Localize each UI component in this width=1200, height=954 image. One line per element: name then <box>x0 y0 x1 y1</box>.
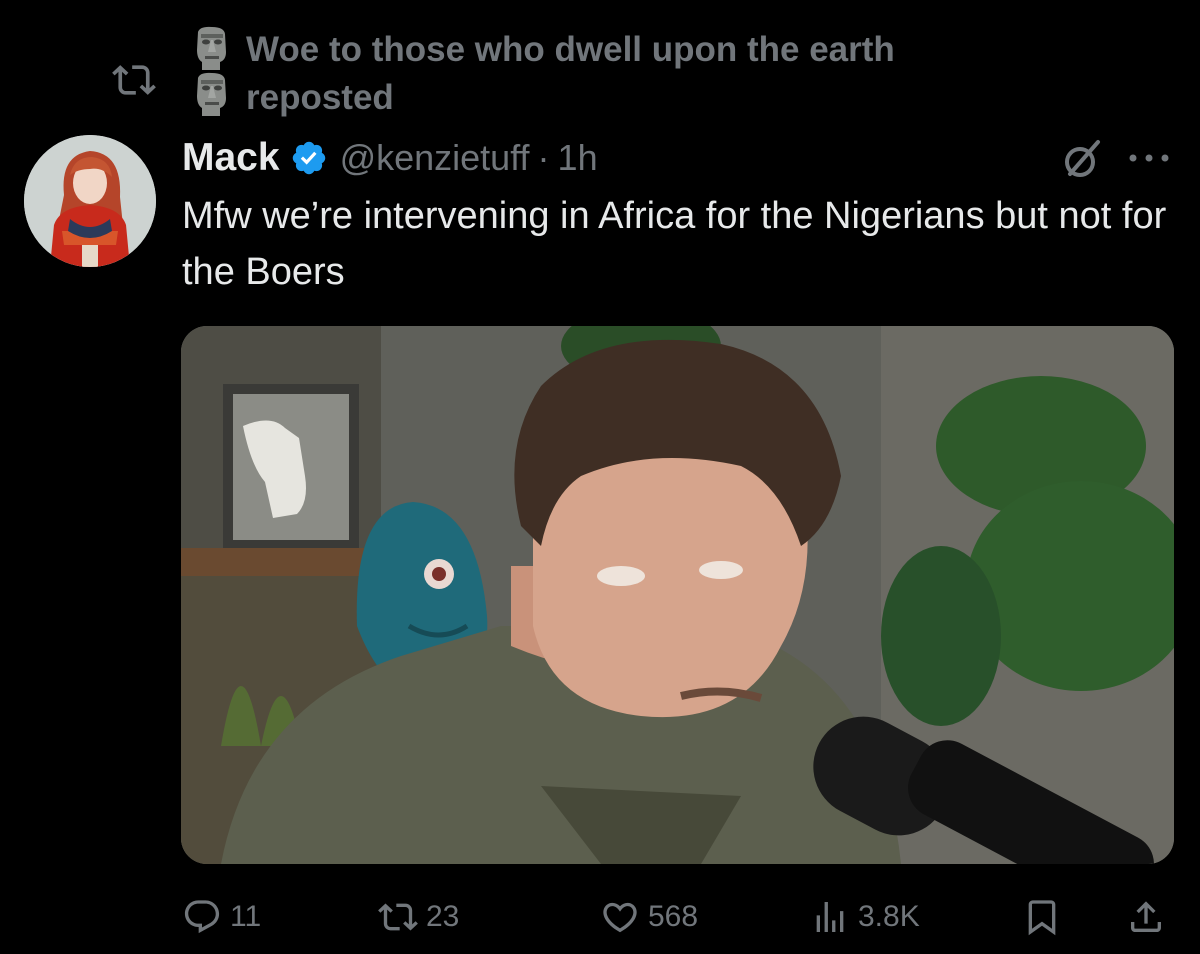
reply-count: 11 <box>230 900 262 933</box>
moai-icon <box>197 26 226 70</box>
separator-dot: · <box>537 137 550 178</box>
retweet-button[interactable]: 23 <box>378 892 459 942</box>
bookmark-icon <box>1028 900 1056 936</box>
repost-line-2: reposted <box>246 78 394 117</box>
tweet[interactable]: Mack @kenzietuff · 1h Mfw we’re interven… <box>0 126 1200 954</box>
repost-context: Woe to those who dwell upon the earth re… <box>112 26 1112 122</box>
reposter-name[interactable]: Woe to those who dwell upon the earth re… <box>246 26 895 122</box>
moai-emoji-pair <box>190 26 236 118</box>
grok-icon[interactable] <box>1058 136 1106 184</box>
tweet-header: Mack @kenzietuff · 1h <box>182 132 598 184</box>
more-options-icon[interactable] <box>1126 148 1172 168</box>
like-count: 568 <box>648 900 699 933</box>
reply-icon <box>184 900 220 934</box>
moai-icon <box>197 72 226 116</box>
share-button[interactable] <box>1126 892 1166 942</box>
heart-icon <box>603 902 637 933</box>
bookmark-button[interactable] <box>1022 892 1062 942</box>
repost-icon <box>112 65 156 95</box>
views-icon <box>816 902 844 932</box>
display-name[interactable]: Mack <box>182 136 280 180</box>
reply-button[interactable]: 11 <box>182 892 261 942</box>
share-icon <box>1131 901 1161 932</box>
like-button[interactable]: 568 <box>600 892 698 942</box>
timestamp[interactable]: 1h <box>558 137 598 179</box>
tweet-text: Mfw we’re intervening in Africa for the … <box>182 195 1167 293</box>
repost-line-1: Woe to those who dwell upon the earth <box>246 30 895 69</box>
views-button[interactable]: 3.8K <box>810 892 920 942</box>
avatar[interactable] <box>24 135 156 267</box>
media-image <box>181 326 1174 864</box>
tweet-actions: 11 23 568 3.8K <box>182 892 1172 942</box>
retweet-icon <box>378 903 418 931</box>
verified-badge-icon <box>292 141 325 175</box>
tweet-media[interactable] <box>181 326 1174 864</box>
retweet-count: 23 <box>426 900 460 933</box>
user-handle[interactable]: @kenzietuff <box>340 137 530 179</box>
view-count: 3.8K <box>858 900 920 933</box>
avatar-image <box>24 135 156 267</box>
